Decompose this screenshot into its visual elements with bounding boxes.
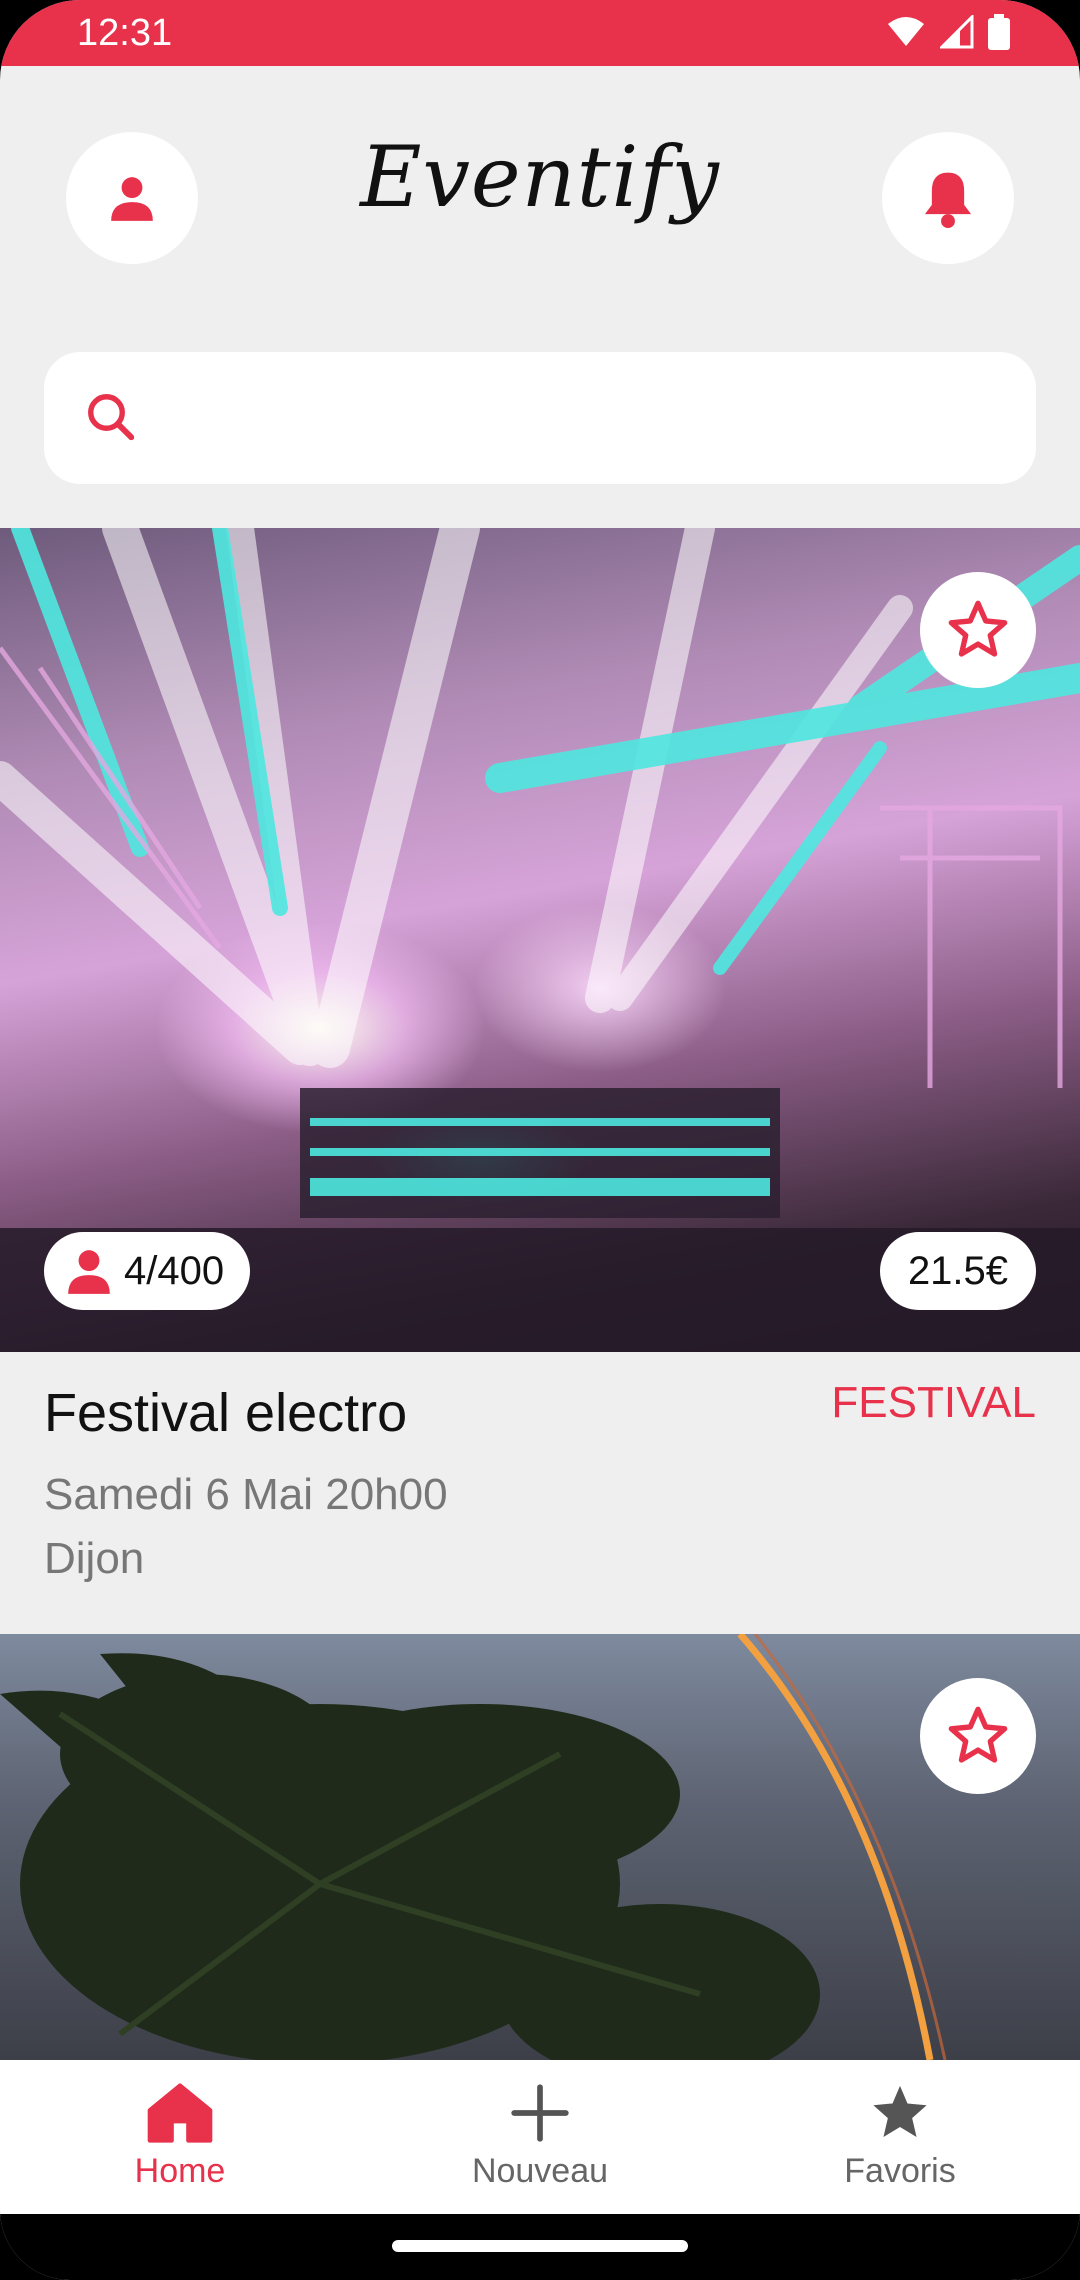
bottom-navigation: Home Nouveau Favoris (0, 2060, 1080, 2214)
search-icon (88, 394, 135, 441)
event-date: Samedi 6 Mai 20h00 (44, 1470, 448, 1519)
person-icon (111, 177, 153, 221)
star-outline-icon (948, 1706, 1008, 1763)
status-icons (886, 14, 1010, 50)
nav-favorites-label: Favoris (844, 2152, 956, 2190)
profile-button[interactable] (66, 132, 198, 264)
nav-home-label: Home (134, 2152, 226, 2190)
nav-new[interactable]: Nouveau (360, 2060, 720, 2214)
bell-icon (924, 172, 972, 228)
wifi-icon (888, 17, 924, 46)
event-title[interactable]: Festival electro (44, 1382, 407, 1444)
star-outline-icon (948, 600, 1008, 657)
gesture-handle[interactable] (392, 2240, 688, 2252)
favorite-button[interactable] (920, 1678, 1036, 1794)
price-value: 21.5€ (907, 1248, 1009, 1293)
signal-icon (940, 15, 974, 49)
person-icon (68, 1250, 110, 1294)
event-category: FESTIVAL (831, 1378, 1036, 1427)
nav-home[interactable]: Home (0, 2060, 360, 2214)
event-city: Dijon (44, 1534, 145, 1583)
attendees-count: 4/400 (124, 1248, 225, 1293)
concert-lights-illustration (0, 528, 1080, 1352)
search-bar[interactable] (44, 352, 1036, 484)
plus-icon (511, 2084, 569, 2142)
star-icon (873, 2085, 927, 2138)
app-logo: Eventify (360, 128, 720, 226)
favorite-button[interactable] (920, 572, 1036, 688)
palm-tree-illustration (0, 1634, 947, 2060)
search-icon-wrap (84, 390, 138, 449)
attendees-badge: 4/400 (44, 1232, 251, 1310)
app-screen: 12:31 Eventify 4/400 21.5€ Festival elec… (0, 0, 1080, 2280)
home-icon (147, 2083, 213, 2143)
status-time: 12:31 (77, 12, 173, 54)
event-image[interactable] (0, 1634, 1080, 2060)
search-input[interactable] (174, 382, 994, 454)
event-image[interactable] (0, 528, 1080, 1352)
nav-new-label: Nouveau (471, 2152, 609, 2190)
price-badge: 21.5€ (880, 1232, 1036, 1310)
notifications-button[interactable] (882, 132, 1014, 264)
battery-icon (988, 14, 1010, 50)
nav-favorites[interactable]: Favoris (720, 2060, 1080, 2214)
status-bar: 12:31 (0, 0, 1080, 66)
